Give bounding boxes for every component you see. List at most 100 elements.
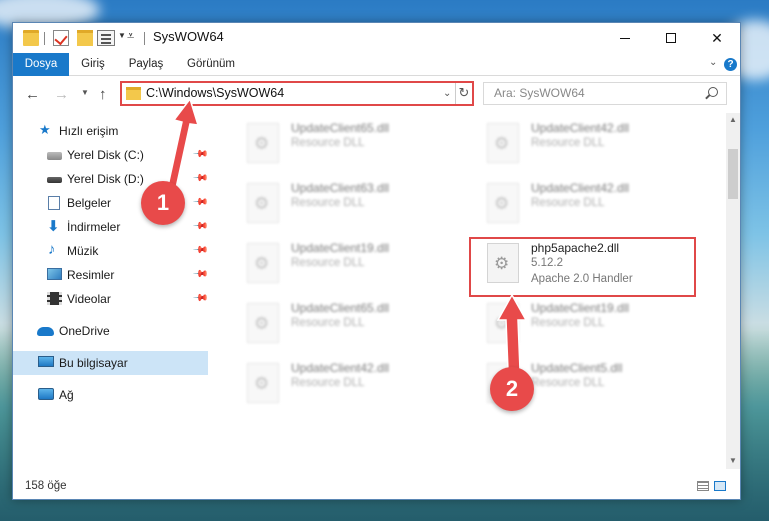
search-icon[interactable] [708, 87, 718, 97]
download-icon: ⬇ [47, 218, 60, 235]
pictures-icon [47, 268, 62, 280]
tab-view[interactable]: Görünüm [179, 53, 243, 76]
file-description: Resource DLL [291, 197, 365, 209]
file-name: UpdateClient19.dll [531, 301, 630, 315]
scroll-up-icon[interactable]: ▲ [729, 115, 737, 124]
forward-arrow-icon[interactable]: → [54, 86, 69, 103]
file-item[interactable]: UpdateClient42.dll Resource DLL [229, 357, 449, 413]
pc-icon [38, 356, 54, 367]
title-bar: ▼ ⩡ SysWOW64 ✕ [13, 23, 740, 53]
file-item[interactable]: UpdateClient42.dll Resource DLL [469, 177, 689, 233]
vertical-scrollbar[interactable]: ▲ ▼ [726, 113, 740, 469]
file-description: Resource DLL [531, 317, 605, 329]
tab-file[interactable]: Dosya [13, 53, 69, 76]
folder-icon [126, 87, 141, 100]
dll-file-icon [487, 123, 519, 163]
file-description: Resource DLL [291, 137, 365, 149]
search-input[interactable]: Ara: SysWOW64 [483, 82, 727, 105]
dll-file-icon [487, 303, 519, 343]
explorer-window: ▼ ⩡ SysWOW64 ✕ Dosya Giriş Paylaş Görünü… [12, 22, 741, 500]
file-name: UpdateClient5.dll [531, 361, 623, 375]
file-item[interactable]: UpdateClient19.dll Resource DLL [469, 297, 689, 353]
expand-ribbon-icon[interactable]: ⌄ [709, 57, 717, 68]
network-icon [38, 388, 54, 400]
file-description: Resource DLL [291, 257, 365, 269]
chevron-down-icon[interactable]: ⌄ [443, 88, 451, 99]
maximize-button[interactable] [648, 23, 694, 53]
sidebar-item-label: Yerel Disk (C:) [67, 148, 144, 162]
dll-file-icon [247, 363, 279, 403]
sidebar-item-label: Ağ [59, 388, 74, 402]
videos-icon [47, 292, 62, 305]
sidebar-item-disk-c[interactable]: Yerel Disk (C:) 📌 [13, 143, 209, 167]
quick-access-menu-icon[interactable]: ⩡ [127, 28, 134, 44]
dll-file-icon [247, 183, 279, 223]
file-list: UpdateClient65.dll Resource DLL UpdateCl… [209, 113, 726, 469]
sidebar-item-label: Hızlı erişim [59, 124, 119, 138]
music-icon: ♪ [48, 241, 56, 258]
help-icon[interactable]: ? [724, 58, 737, 71]
details-view-icon[interactable] [697, 481, 709, 491]
sidebar-item-pictures[interactable]: Resimler 📌 [13, 263, 209, 287]
minimize-button[interactable] [602, 23, 648, 53]
customize-toolbar-icon[interactable] [97, 30, 115, 46]
large-icons-view-icon[interactable] [714, 481, 726, 491]
back-arrow-icon[interactable]: ← [25, 86, 40, 103]
chevron-down-icon[interactable]: ▼ [118, 31, 126, 40]
file-item[interactable]: UpdateClient42.dll Resource DLL [469, 117, 689, 173]
file-description: Resource DLL [531, 377, 605, 389]
folder-icon [23, 30, 39, 46]
minimize-icon [620, 37, 630, 39]
file-item[interactable]: UpdateClient19.dll Resource DLL [229, 237, 449, 293]
dll-file-icon [487, 183, 519, 223]
documents-icon [48, 196, 60, 210]
properties-check-icon[interactable] [53, 30, 69, 46]
sidebar-item-onedrive[interactable]: OneDrive [13, 319, 208, 343]
close-icon: ✕ [711, 29, 723, 46]
navigation-bar: ← → ▼ ↑ C:\Windows\SysWOW64 ⌄ ↻ Ara: Sys… [13, 77, 740, 111]
scroll-down-icon[interactable]: ▼ [729, 456, 737, 465]
file-item[interactable]: UpdateClient63.dll Resource DLL [229, 177, 449, 233]
refresh-icon[interactable]: ↻ [455, 83, 472, 104]
sidebar-item-label: Videolar [67, 292, 111, 306]
sidebar-item-label: Belgeler [67, 196, 112, 210]
close-button[interactable]: ✕ [694, 23, 740, 53]
maximize-icon [666, 33, 676, 43]
pin-icon: 📌 [191, 194, 209, 211]
file-name: UpdateClient65.dll [291, 121, 390, 135]
file-item[interactable]: UpdateClient65.dll Resource DLL [229, 297, 449, 353]
sidebar-item-this-pc[interactable]: Bu bilgisayar [13, 351, 208, 375]
tab-share[interactable]: Paylaş [123, 53, 169, 76]
tab-home[interactable]: Giriş [73, 53, 113, 76]
file-description: Resource DLL [291, 377, 365, 389]
pin-icon: 📌 [191, 290, 209, 307]
sidebar-item-label: Resimler [67, 268, 115, 282]
ribbon-tabs: Dosya Giriş Paylaş Görünüm ⌄ ? [13, 53, 740, 76]
step-1-badge: 1 [141, 181, 185, 225]
pin-icon: 📌 [191, 242, 209, 259]
file-name: UpdateClient19.dll [291, 241, 390, 255]
sidebar-item-quick-access[interactable]: ★ Hızlı erişim [13, 119, 208, 143]
pin-icon: 📌 [191, 170, 209, 187]
sidebar-item-network[interactable]: Ağ [13, 383, 208, 407]
search-placeholder: Ara: SysWOW64 [494, 86, 585, 100]
address-bar[interactable]: C:\Windows\SysWOW64 ⌄ ↻ [120, 81, 474, 106]
sidebar-item-music[interactable]: ♪ Müzik 📌 [13, 239, 209, 263]
file-item[interactable]: UpdateClient65.dll Resource DLL [229, 117, 449, 173]
sidebar-item-videos[interactable]: Videolar 📌 [13, 287, 209, 311]
file-name: UpdateClient42.dll [531, 121, 630, 135]
up-arrow-icon[interactable]: ↑ [99, 86, 107, 103]
scrollbar-thumb[interactable] [728, 149, 738, 199]
address-path[interactable]: C:\Windows\SysWOW64 [146, 86, 284, 100]
toolbar-separator [144, 32, 145, 45]
sidebar-item-label: Bu bilgisayar [59, 356, 128, 370]
new-folder-icon[interactable] [77, 30, 93, 46]
sidebar-item-label: Yerel Disk (D:) [67, 172, 144, 186]
status-bar: 158 öğe [13, 473, 740, 499]
file-description: Resource DLL [531, 197, 605, 209]
dll-file-icon [247, 303, 279, 343]
recent-locations-chevron-icon[interactable]: ▼ [81, 88, 89, 97]
sidebar-item-downloads[interactable]: ⬇ İndirmeler 📌 [13, 215, 209, 239]
toolbar-separator [44, 32, 45, 45]
drive-icon [47, 152, 62, 160]
